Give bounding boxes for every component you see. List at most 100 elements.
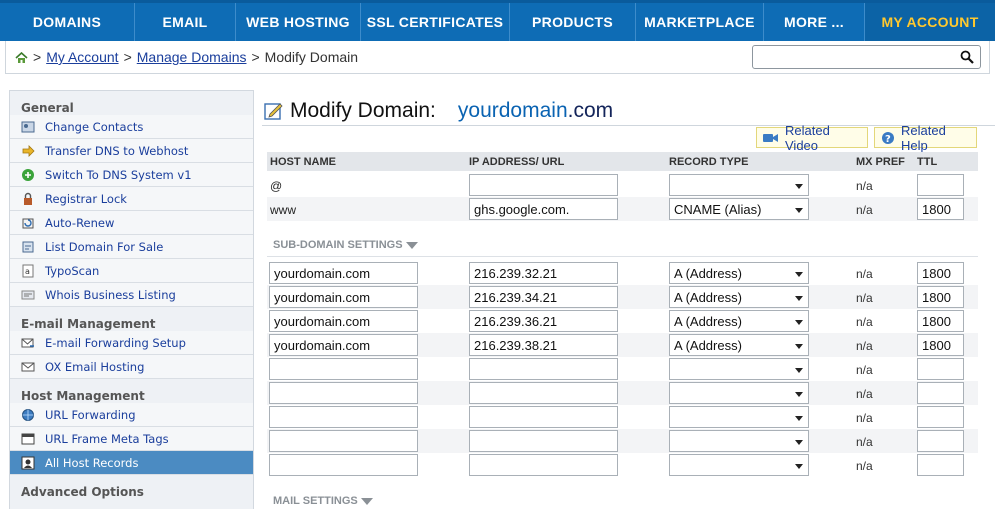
nav-domains[interactable]: DOMAINS (0, 3, 135, 41)
sidebar-item-list-for-sale[interactable]: List Domain For Sale (10, 235, 253, 259)
breadcrumb-manage-domains[interactable]: Manage Domains (137, 49, 247, 65)
nav-products[interactable]: PRODUCTS (510, 3, 636, 41)
record-type-select[interactable] (669, 430, 809, 452)
edit-icon (264, 101, 284, 121)
mx-pref-value: n/a (856, 291, 873, 305)
record-type-select[interactable]: A (Address) (669, 334, 809, 356)
breadcrumb-current: Modify Domain (264, 49, 359, 65)
related-video-button[interactable]: Related Video (756, 123, 868, 153)
ttl-input[interactable] (917, 406, 964, 428)
sidebar-item-auto-renew[interactable]: Auto-Renew (10, 211, 253, 235)
host-name-input[interactable] (269, 358, 418, 380)
table-row: yourdomain.com 216.239.36.21 A (Address) n/… (267, 309, 978, 333)
sidebar-item-transfer-dns[interactable]: Transfer DNS to Webhost (10, 139, 253, 163)
host-name-value: @ (270, 179, 283, 193)
help-icon: ? (881, 131, 895, 145)
record-type-select[interactable]: CNAME (Alias) (669, 198, 809, 220)
nav-web-hosting[interactable]: WEB HOSTING (236, 3, 361, 41)
nav-ssl-certificates[interactable]: SSL CERTIFICATES (361, 3, 510, 41)
host-name-input[interactable]: yourdomain.com (269, 286, 418, 308)
record-type-select[interactable] (669, 382, 809, 404)
record-type-select[interactable] (669, 406, 809, 428)
record-type-select[interactable]: A (Address) (669, 286, 809, 308)
ttl-input[interactable] (917, 174, 964, 196)
table-row: yourdomain.com 216.239.38.21 A (Address) n/… (267, 333, 978, 357)
subdomain-settings-toggle[interactable]: SUB-DOMAIN SETTINGS (273, 239, 418, 251)
nav-marketplace[interactable]: MARKETPLACE (636, 3, 764, 41)
host-name-input[interactable]: yourdomain.com (269, 262, 418, 284)
chevron-down-icon (795, 464, 803, 469)
breadcrumb-my-account[interactable]: My Account (46, 49, 118, 65)
mx-pref-value: n/a (856, 435, 873, 449)
nav-email[interactable]: EMAIL (135, 3, 236, 41)
table-row: n/a (267, 429, 978, 453)
ip-address-input[interactable] (469, 430, 618, 452)
ttl-input[interactable]: 1800 (917, 262, 964, 284)
ip-address-input[interactable]: 216.239.36.21 (469, 310, 618, 332)
page-title: Modify Domain: yourdomain.com (264, 98, 613, 124)
title-divider (262, 125, 995, 126)
table-row: n/a (267, 405, 978, 429)
sidebar-item-typoscan[interactable]: a TypoScan (10, 259, 253, 283)
ip-address-input[interactable] (469, 174, 618, 196)
ttl-input[interactable] (917, 382, 964, 404)
record-type-select[interactable]: A (Address) (669, 310, 809, 332)
ttl-input[interactable]: 1800 (917, 310, 964, 332)
ip-address-input[interactable] (469, 406, 618, 428)
host-name-input[interactable] (269, 430, 418, 452)
sidebar-item-all-host-records[interactable]: All Host Records (10, 451, 253, 475)
col-ip-address: IP ADDRESS/ URL (469, 156, 565, 168)
ip-address-input[interactable]: 216.239.32.21 (469, 262, 618, 284)
ttl-input[interactable] (917, 430, 964, 452)
breadcrumb-separator: > (123, 49, 132, 65)
host-name-input[interactable]: yourdomain.com (269, 334, 418, 356)
related-help-button[interactable]: ? Related Help (874, 123, 977, 153)
home-icon[interactable] (15, 51, 28, 63)
chevron-down-icon (795, 344, 803, 349)
domain-name: yourdomain (457, 99, 568, 122)
mx-pref-value: n/a (856, 387, 873, 401)
search-input[interactable] (752, 45, 981, 69)
mail-settings-toggle[interactable]: MAIL SETTINGS (273, 495, 373, 507)
ip-address-input[interactable]: 216.239.38.21 (469, 334, 618, 356)
sidebar-item-ox-email[interactable]: OX Email Hosting (10, 355, 253, 379)
nav-my-account[interactable]: MY ACCOUNT (865, 3, 995, 41)
sidebar-item-label: List Domain For Sale (45, 239, 164, 254)
section-divider (267, 256, 978, 257)
ip-address-input[interactable] (469, 382, 618, 404)
col-record-type: RECORD TYPE (669, 156, 749, 168)
record-type-value: A (Address) (674, 266, 742, 281)
sidebar-item-registrar-lock[interactable]: Registrar Lock (10, 187, 253, 211)
chevron-down-icon (795, 320, 803, 325)
ttl-input[interactable] (917, 454, 964, 476)
sidebar-heading-email: E-mail Management (21, 317, 156, 331)
nav-more[interactable]: MORE ... (764, 3, 865, 41)
host-name-input[interactable]: yourdomain.com (269, 310, 418, 332)
whois-icon (21, 288, 35, 302)
sidebar-item-url-frame-meta[interactable]: URL Frame Meta Tags (10, 427, 253, 451)
ip-address-input[interactable] (469, 358, 618, 380)
ttl-input[interactable]: 1800 (917, 198, 964, 220)
record-type-select[interactable] (669, 358, 809, 380)
sidebar-item-whois-listing[interactable]: Whois Business Listing (10, 283, 253, 307)
ip-address-input[interactable]: ghs.google.com. (469, 198, 618, 220)
ttl-input[interactable] (917, 358, 964, 380)
sidebar-item-url-forwarding[interactable]: URL Forwarding (10, 403, 253, 427)
top-navigation: DOMAINS EMAIL WEB HOSTING SSL CERTIFICAT… (0, 0, 995, 41)
record-type-select[interactable] (669, 454, 809, 476)
record-type-select[interactable]: A (Address) (669, 262, 809, 284)
search-icon[interactable] (960, 50, 974, 64)
mx-pref-value: n/a (856, 315, 873, 329)
ip-address-input[interactable] (469, 454, 618, 476)
host-name-input[interactable] (269, 454, 418, 476)
sidebar-item-email-forwarding[interactable]: E-mail Forwarding Setup (10, 331, 253, 355)
record-type-value: CNAME (Alias) (674, 202, 762, 217)
sidebar-item-change-contacts[interactable]: Change Contacts (10, 115, 253, 139)
ttl-input[interactable]: 1800 (917, 334, 964, 356)
record-type-select[interactable] (669, 174, 809, 196)
sidebar-item-switch-dns[interactable]: Switch To DNS System v1 (10, 163, 253, 187)
host-name-input[interactable] (269, 382, 418, 404)
host-name-input[interactable] (269, 406, 418, 428)
ttl-input[interactable]: 1800 (917, 286, 964, 308)
ip-address-input[interactable]: 216.239.34.21 (469, 286, 618, 308)
